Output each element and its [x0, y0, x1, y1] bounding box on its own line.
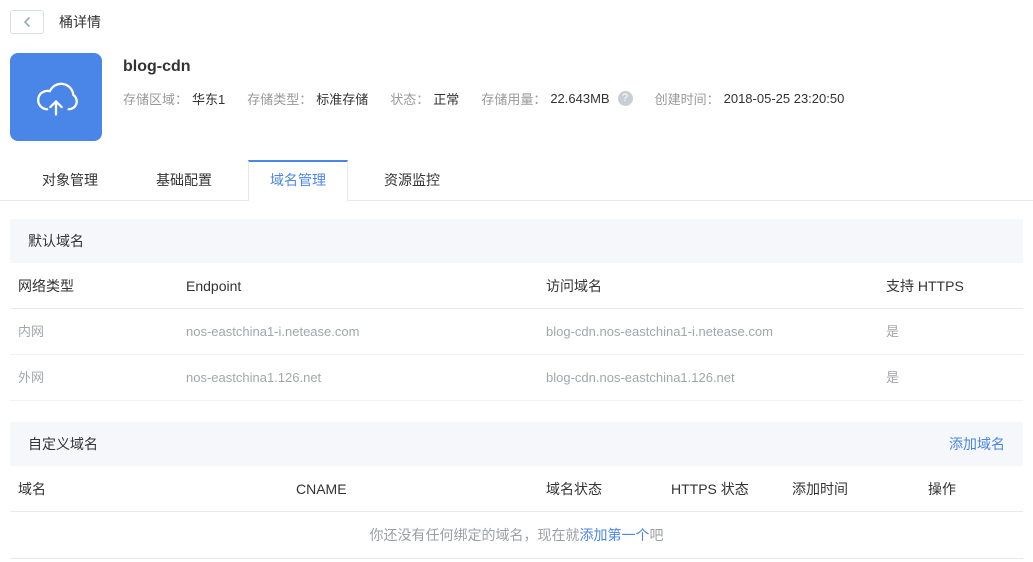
meta-storage-type: 存储类型： 标准存储 [247, 89, 368, 108]
meta-value: 2018-05-25 23:20:50 [723, 91, 845, 106]
meta-label: 存储用量： [481, 92, 547, 107]
table-header-row: 网络类型 Endpoint 访问域名 支持 HTTPS [10, 263, 1023, 309]
meta-label: 存储类型： [247, 92, 313, 107]
topbar: 桶详情 [0, 0, 1033, 34]
tab-domain-management[interactable]: 域名管理 [248, 160, 348, 201]
chevron-left-icon [24, 16, 30, 27]
default-domains-section-header: 默认域名 [10, 219, 1023, 263]
cell-access-domain: blog-cdn.nos-eastchina1.126.net [546, 370, 735, 385]
cell-https-support: 是 [886, 324, 900, 339]
back-button[interactable] [10, 9, 44, 34]
meta-value: 22.643MB [550, 91, 610, 106]
column-header-domain: 域名 [18, 481, 46, 497]
empty-state: 你还没有任何绑定的域名，现在就添加第一个吧 [10, 512, 1023, 559]
table-header-row: 域名 CNAME 域名状态 HTTPS 状态 添加时间 操作 [10, 466, 1023, 512]
tab-object-management[interactable]: 对象管理 [13, 160, 127, 200]
tab-resource-monitor[interactable]: 资源监控 [355, 160, 469, 200]
cell-https-support: 是 [886, 370, 900, 385]
meta-label: 状态： [390, 92, 430, 107]
column-header-add-time: 添加时间 [792, 481, 848, 497]
bucket-avatar [10, 53, 102, 141]
cell-endpoint: nos-eastchina1-i.netease.com [186, 324, 360, 339]
table-row: 外网 nos-eastchina1.126.net blog-cdn.nos-e… [10, 355, 1023, 401]
cell-network-type: 外网 [18, 370, 45, 385]
meta-status: 状态： 正常 [390, 89, 459, 108]
cell-endpoint: nos-eastchina1.126.net [186, 370, 322, 385]
bucket-meta: 存储区域： 华东1 存储类型： 标准存储 状态： 正常 存储用量： 22.643… [123, 89, 866, 108]
page-title: 桶详情 [59, 13, 101, 30]
tab-basic-config[interactable]: 基础配置 [127, 160, 241, 200]
meta-value: 正常 [433, 92, 460, 107]
column-header-endpoint: Endpoint [186, 278, 242, 294]
meta-label: 创建时间： [654, 92, 720, 107]
section-title: 默认域名 [28, 233, 84, 249]
meta-label: 存储区域： [123, 92, 189, 107]
bucket-header: blog-cdn 存储区域： 华东1 存储类型： 标准存储 状态： 正常 存储用… [10, 53, 1033, 141]
tab-bar: 对象管理 基础配置 域名管理 资源监控 [0, 160, 1033, 201]
section-title: 自定义域名 [28, 436, 98, 452]
add-first-domain-link[interactable]: 添加第一个 [580, 527, 650, 543]
cell-access-domain: blog-cdn.nos-eastchina1-i.netease.com [546, 324, 773, 339]
column-header-access-domain: 访问域名 [546, 278, 602, 294]
bucket-name: blog-cdn [123, 58, 191, 75]
column-header-domain-status: 域名状态 [546, 481, 602, 497]
add-domain-link[interactable]: 添加域名 [949, 422, 1005, 466]
custom-domains-table: 域名 CNAME 域名状态 HTTPS 状态 添加时间 操作 你还没有任何绑定的… [10, 466, 1023, 559]
meta-value: 华东1 [192, 92, 226, 107]
meta-create-time: 创建时间： 2018-05-25 23:20:50 [655, 89, 845, 108]
empty-text-prefix: 你还没有任何绑定的域名，现在就 [369, 527, 580, 543]
default-domains-table: 网络类型 Endpoint 访问域名 支持 HTTPS 内网 nos-eastc… [10, 263, 1023, 401]
custom-domains-section-header: 自定义域名 添加域名 [10, 422, 1023, 466]
column-header-network-type: 网络类型 [18, 278, 74, 294]
empty-text-suffix: 吧 [649, 527, 664, 543]
help-icon[interactable]: ? [617, 91, 633, 106]
column-header-actions: 操作 [928, 481, 956, 497]
table-row: 内网 nos-eastchina1-i.netease.com blog-cdn… [10, 309, 1023, 355]
meta-value: 标准存储 [316, 92, 369, 107]
column-header-cname: CNAME [296, 481, 347, 497]
cloud-upload-icon [37, 82, 78, 116]
meta-storage-usage: 存储用量： 22.643MB ? [481, 89, 633, 108]
cell-network-type: 内网 [18, 324, 45, 339]
domain-management-panel: 默认域名 网络类型 Endpoint 访问域名 支持 HTTPS 内网 nos-… [10, 219, 1023, 559]
bucket-info: blog-cdn 存储区域： 华东1 存储类型： 标准存储 状态： 正常 存储用… [123, 53, 866, 141]
column-header-https-status: HTTPS 状态 [671, 481, 749, 497]
column-header-https-support: 支持 HTTPS [886, 278, 964, 294]
meta-storage-region: 存储区域： 华东1 [123, 89, 225, 108]
